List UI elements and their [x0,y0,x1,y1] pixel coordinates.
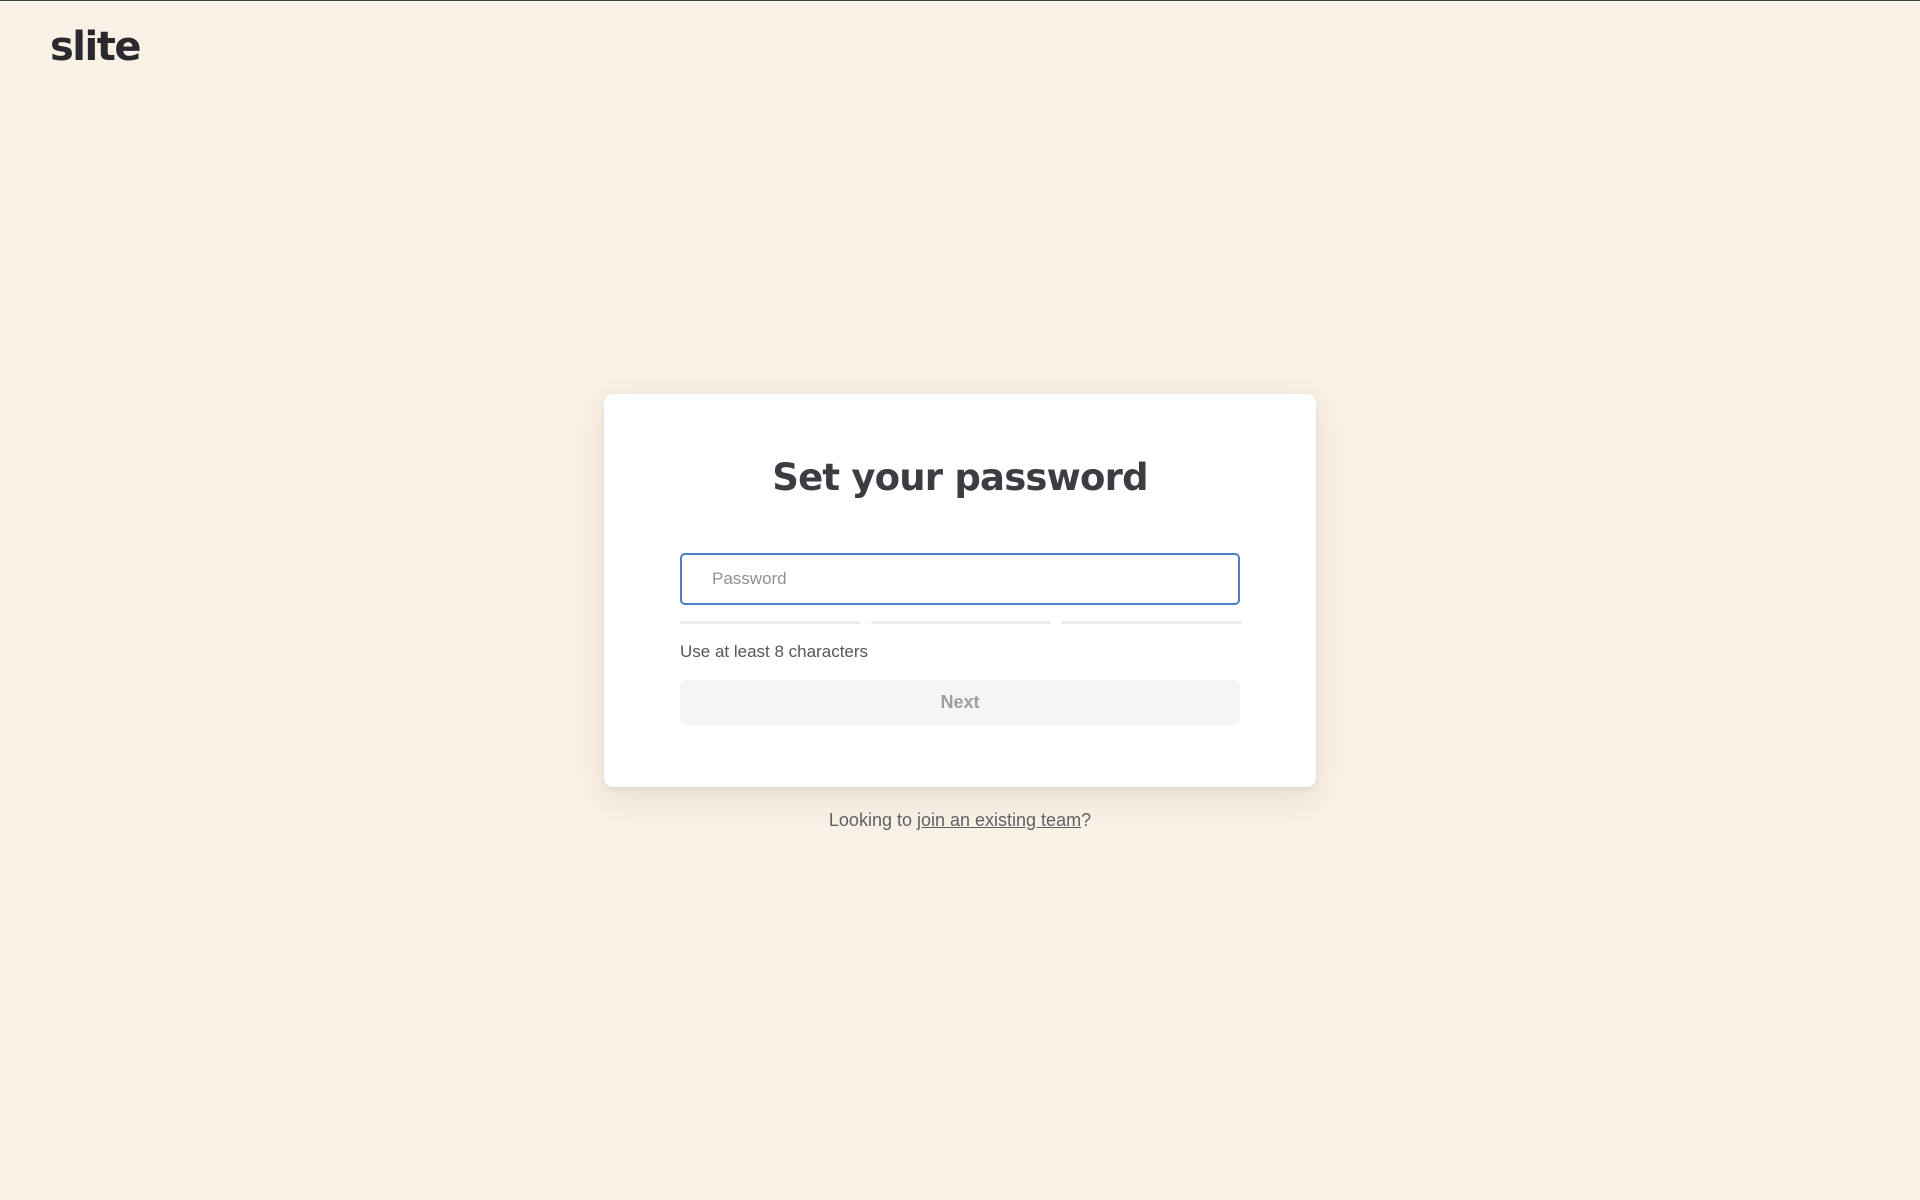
strength-segment-1 [680,621,861,624]
password-strength-meter [680,621,1243,624]
strength-segment-3 [1061,621,1243,624]
slite-logo[interactable]: slite [50,24,141,70]
top-border-line [0,0,1920,1]
password-input[interactable] [680,553,1240,605]
next-button[interactable]: Next [680,680,1240,725]
join-team-prefix: Looking to [828,810,917,830]
strength-segment-2 [870,621,1052,624]
set-password-card: Set your password Use at least 8 charact… [604,394,1316,787]
password-hint: Use at least 8 characters [680,642,869,661]
join-team-prompt: Looking to join an existing team? [0,810,1920,831]
join-existing-team-link[interactable]: join an existing team [917,810,1081,830]
page-title: Set your password [772,456,1148,499]
join-team-suffix: ? [1081,810,1092,830]
